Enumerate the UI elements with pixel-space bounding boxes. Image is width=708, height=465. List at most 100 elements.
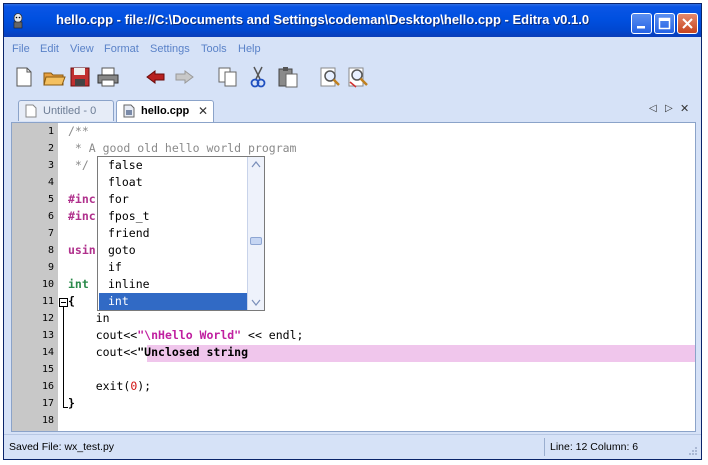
maximize-button[interactable] — [654, 13, 675, 34]
code-token: cout<< — [68, 345, 138, 359]
window-title: hello.cpp - file://C:\Documents and Sett… — [56, 12, 590, 27]
copy-icon — [218, 67, 237, 87]
autocomplete-scrollbar[interactable] — [247, 157, 264, 310]
close-icon — [682, 18, 693, 29]
document-icon — [25, 104, 37, 118]
code-line-2: * A good old hello world program — [68, 141, 297, 155]
line-number: 9 — [47, 262, 54, 273]
find-replace-icon — [348, 67, 368, 88]
tab-label: hello.cpp — [141, 105, 190, 117]
code-token: exit( — [68, 379, 131, 393]
tab-hello-cpp[interactable]: hello.cpp ✕ — [116, 100, 214, 122]
line-number: 10 — [41, 279, 54, 290]
code-line-3: */ — [68, 158, 89, 172]
tab-bar: Untitled - 0 hello.cpp ✕ ◁ ▷ ✕ — [4, 98, 701, 122]
menu-file[interactable]: File — [12, 43, 30, 55]
resize-grip-icon[interactable] — [688, 446, 698, 456]
print-icon — [97, 67, 119, 87]
close-button[interactable] — [677, 13, 698, 34]
menu-tools[interactable]: Tools — [201, 43, 227, 55]
toolbar — [4, 60, 701, 98]
autocomplete-item[interactable]: friend — [99, 225, 247, 242]
code-line-12: in — [68, 311, 110, 325]
minimize-button[interactable] — [631, 13, 652, 34]
autocomplete-item[interactable]: float — [99, 174, 247, 191]
code-line-14: cout<<"Unclosed string — [68, 344, 248, 361]
scroll-thumb[interactable] — [250, 237, 262, 245]
fold-guide — [63, 307, 64, 407]
menu-settings[interactable]: Settings — [150, 43, 190, 55]
redo-button[interactable] — [172, 65, 196, 89]
tab-bar-close-icon[interactable]: ✕ — [680, 102, 689, 115]
line-number: 4 — [47, 177, 54, 188]
autocomplete-item[interactable]: for — [99, 191, 247, 208]
status-bar: Saved File: wx_test.py Line: 12 Column: … — [4, 434, 701, 459]
code-line-1: /** — [68, 124, 89, 138]
paste-icon — [278, 67, 298, 88]
autocomplete-item[interactable]: if — [99, 259, 247, 276]
code-token: << endl; — [241, 328, 304, 342]
string-literal: "\nHello World" — [137, 328, 242, 342]
status-divider — [544, 438, 545, 456]
line-number: 17 — [41, 398, 54, 409]
minimize-icon — [637, 26, 645, 29]
line-number: 12 — [41, 313, 54, 324]
new-file-button[interactable] — [12, 65, 36, 89]
line-number: 2 — [47, 143, 54, 154]
cut-button[interactable] — [246, 65, 270, 89]
menu-help[interactable]: Help — [238, 43, 261, 55]
unclosed-string: "Unclosed string — [137, 345, 249, 359]
cpp-file-icon — [123, 104, 135, 118]
menu-bar: File Edit View Format Settings Tools Hel… — [4, 37, 701, 60]
line-number: 13 — [41, 330, 54, 341]
open-folder-icon — [43, 72, 66, 86]
fold-toggle-icon[interactable] — [59, 298, 68, 307]
scroll-up-icon[interactable] — [249, 158, 263, 172]
find-button[interactable] — [318, 65, 342, 89]
print-button[interactable] — [96, 65, 120, 89]
menu-edit[interactable]: Edit — [40, 43, 59, 55]
line-number: 3 — [47, 160, 54, 171]
autocomplete-item[interactable]: inline — [99, 276, 247, 293]
save-icon — [70, 67, 90, 87]
autocomplete-item[interactable]: fpos_t — [99, 208, 247, 225]
maximize-icon — [658, 17, 671, 30]
code-line-6: #inc — [68, 209, 96, 223]
code-line-13: cout<<"\nHello World" << endl; — [68, 327, 304, 344]
tab-prev-icon[interactable]: ◁ — [649, 103, 657, 114]
autocomplete-popup[interactable]: false float for fpos_t friend goto if in… — [97, 156, 265, 311]
line-number: 11 — [41, 296, 54, 307]
undo-button[interactable] — [144, 65, 168, 89]
tab-next-icon[interactable]: ▷ — [665, 103, 673, 114]
undo-icon — [146, 70, 165, 84]
copy-button[interactable] — [216, 65, 240, 89]
autocomplete-item[interactable]: goto — [99, 242, 247, 259]
menu-view[interactable]: View — [70, 43, 94, 55]
open-button[interactable] — [42, 65, 66, 89]
code-token: ); — [137, 379, 152, 393]
status-message: Saved File: wx_test.py — [9, 441, 115, 453]
line-number: 5 — [47, 194, 54, 205]
tab-untitled[interactable]: Untitled - 0 — [18, 100, 114, 121]
autocomplete-item[interactable]: false — [99, 157, 247, 174]
save-button[interactable] — [68, 65, 92, 89]
find-replace-button[interactable] — [346, 65, 370, 89]
editra-window: hello.cpp - file://C:\Documents and Sett… — [3, 3, 702, 460]
line-number: 18 — [41, 415, 54, 426]
title-bar[interactable]: hello.cpp - file://C:\Documents and Sett… — [4, 4, 701, 37]
line-number: 16 — [41, 381, 54, 392]
editra-app-icon — [13, 13, 23, 29]
cut-icon — [250, 66, 266, 88]
line-number: 8 — [47, 245, 54, 256]
autocomplete-item-selected[interactable]: int — [99, 293, 247, 310]
scroll-down-icon[interactable] — [249, 295, 263, 309]
menu-format[interactable]: Format — [104, 43, 139, 55]
code-line-8: usin — [68, 243, 96, 257]
redo-icon — [175, 70, 194, 84]
tab-label: Untitled - 0 — [43, 105, 97, 117]
code-line-10: int — [68, 277, 96, 291]
tab-close-icon[interactable]: ✕ — [198, 104, 208, 118]
paste-button[interactable] — [276, 65, 300, 89]
code-line-17: } — [68, 396, 75, 410]
line-number: 14 — [41, 347, 54, 358]
